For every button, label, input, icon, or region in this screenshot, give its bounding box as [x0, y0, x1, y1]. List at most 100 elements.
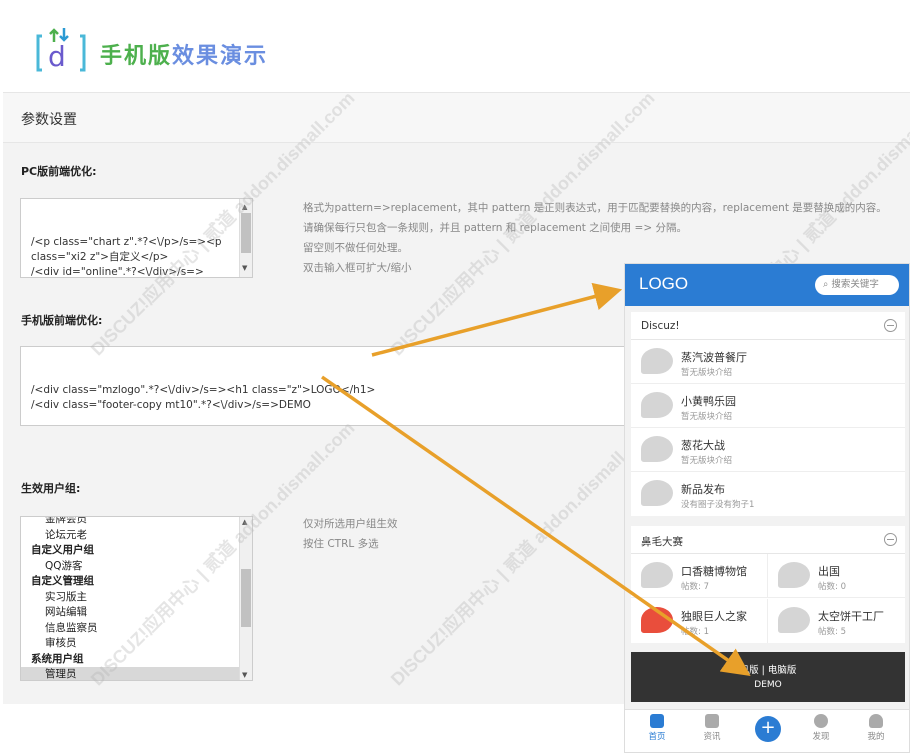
forum-name: 新品发布	[681, 483, 725, 496]
mobile-rules-content: /<div class="mzlogo".*?<\/div>/s=><h1 cl…	[31, 383, 619, 413]
mobile-search-input[interactable]: ⌕ 搜索关键字	[815, 275, 899, 295]
hint-line: 留空则不做任何处理。	[303, 242, 408, 254]
forum-desc: 暂无版块介绍	[681, 368, 733, 378]
forum-cell[interactable]: 口香糖博物馆 帖数: 7	[631, 554, 768, 598]
scroll-down-icon[interactable]: ▼	[242, 261, 247, 276]
forum-icon	[641, 436, 673, 462]
home-icon	[650, 714, 664, 728]
hint-line: 请确保每行只包含一条规则，并且 pattern 和 replacement 之间…	[303, 222, 687, 234]
usergroup-hints: 仅对所选用户组生效 按住 CTRL 多选	[303, 514, 398, 554]
scroll-thumb[interactable]	[241, 213, 251, 253]
nav-news[interactable]: 资讯	[692, 714, 732, 742]
rule-line: /<div class="footer-copy mt10".*?<\/div>…	[31, 399, 311, 411]
chat-icon	[705, 714, 719, 728]
mobile-bottom-nav: 首页 资讯 + 发现 我的	[625, 709, 909, 752]
forum-cell[interactable]: 出国帖数: 0	[768, 554, 905, 598]
rule-line: /<p class="chart z".*?<\/p>/s=><p	[31, 236, 222, 248]
nav-label: 资讯	[703, 732, 721, 742]
forum-icon	[641, 480, 673, 506]
option-group-label: 系统用户组	[31, 652, 84, 665]
search-placeholder: 搜索关键字	[831, 279, 879, 290]
forum-name: 葱花大战	[681, 439, 725, 452]
usergroup-option[interactable]: 管理员	[21, 667, 252, 680]
collapse-icon[interactable]	[884, 533, 897, 546]
page-header: d 手机版效果演示	[0, 0, 910, 92]
addon-logo-icon: d	[36, 28, 86, 73]
forum-desc: 暂无版块介绍	[681, 412, 733, 422]
post-button[interactable]: +	[755, 716, 781, 742]
mobile-preview: LOGO ⌕ 搜索关键字 Discuz! 蒸汽波普餐厅 暂无版块介绍 小黄鸭乐园暂…	[624, 263, 910, 753]
nav-me[interactable]: 我的	[856, 714, 896, 742]
usergroup-option[interactable]: 金牌会员	[21, 517, 252, 528]
page-title: 手机版效果演示	[100, 44, 269, 69]
card-title: Discuz!	[641, 320, 680, 332]
forum-icon	[641, 348, 673, 374]
scroll-down-icon[interactable]: ▼	[242, 671, 247, 679]
usergroup-option[interactable]: 论坛元老	[21, 528, 252, 544]
forum-row[interactable]: 小黄鸭乐园暂无版块介绍	[631, 384, 905, 428]
forum-post-count: 帖数: 0	[818, 582, 846, 592]
compass-icon	[814, 714, 828, 728]
usergroup-option[interactable]: QQ游客	[21, 559, 252, 575]
hint-line: 仅对所选用户组生效	[303, 518, 398, 530]
usergroup-option[interactable]: 实习版主	[21, 590, 252, 606]
forum-desc: 暂无版块介绍	[681, 456, 733, 466]
usergroup-options: 金牌会员 论坛元老 自定义用户组 QQ游客 自定义管理组实习版主 网站编辑 信息监察员 审核员…	[21, 517, 252, 680]
forum-cell[interactable]: 太空饼干工厂 帖数: 5	[768, 599, 905, 643]
footer-links[interactable]: 机版 | 电脑版	[631, 662, 905, 676]
mobile-footer: 机版 | 电脑版 DEMO	[631, 652, 905, 702]
forum-row[interactable]: 葱花大战暂无版块介绍	[631, 428, 905, 472]
nav-label: 我的	[867, 732, 885, 742]
panel-title: 参数设置	[21, 112, 77, 128]
mobile-section-label: 手机版前端优化:	[21, 314, 103, 327]
nav-home[interactable]: 首页	[637, 714, 677, 742]
pc-rules-textarea[interactable]: /<p class="chart z".*?<\/p>/s=><p class="…	[20, 198, 253, 278]
forum-card-bimao: 鼻毛大赛 口香糖博物馆 帖数: 7 出国帖数: 0 独眼巨人之家 帖数: 1 太空饼…	[631, 526, 905, 643]
pc-section-label: PC版前端优化:	[21, 165, 97, 178]
footer-demo: DEMO	[754, 680, 782, 690]
usergroup-scrollbar[interactable]: ▲ ▼	[239, 517, 252, 680]
user-icon	[869, 714, 883, 728]
rule-line: /<div id="online".*?<\/div>/s=>	[31, 266, 204, 278]
pc-textarea-scrollbar[interactable]: ▲ ▼	[239, 199, 252, 277]
scroll-thumb[interactable]	[241, 569, 251, 627]
card-header: 鼻毛大赛	[631, 526, 905, 554]
forum-cell[interactable]: 独眼巨人之家 帖数: 1	[631, 599, 768, 643]
usergroup-select[interactable]: 金牌会员 论坛元老 自定义用户组 QQ游客 自定义管理组实习版主 网站编辑 信息监察员 审核员…	[20, 516, 253, 681]
usergroup-option[interactable]: 审核员	[21, 636, 252, 652]
nav-label: 发现	[812, 732, 830, 742]
svg-text:d: d	[48, 40, 66, 73]
forum-name: 出国	[818, 565, 840, 578]
usergroup-option[interactable]: 网站编辑	[21, 605, 252, 621]
forum-icon	[778, 562, 810, 588]
forum-name: 蒸汽波普餐厅	[681, 351, 747, 364]
forum-grid: 口香糖博物馆 帖数: 7 出国 帖数: 0 独眼巨人之家 帖数: 1 太空饼干工厂 帖数…	[631, 554, 905, 643]
forum-name: 口香糖博物馆	[681, 565, 747, 578]
forum-icon	[778, 607, 810, 633]
collapse-icon[interactable]	[884, 319, 897, 332]
rule-line: /<div class="mzlogo".*?<\/div>/s=><h1 cl…	[31, 384, 376, 396]
forum-icon	[641, 607, 673, 633]
forum-row[interactable]: 新品发布没有圈子没有狗子1	[631, 472, 905, 516]
mobile-logo[interactable]: LOGO	[639, 274, 688, 294]
card-header: Discuz!	[631, 312, 905, 340]
forum-post-count: 帖数: 1	[681, 627, 709, 637]
forum-row[interactable]: 蒸汽波普餐厅 暂无版块介绍	[631, 340, 905, 384]
forum-name: 独眼巨人之家	[681, 610, 747, 623]
option-group-label: 自定义用户组	[31, 544, 94, 556]
forum-name: 小黄鸭乐园	[681, 395, 736, 408]
hint-line: 格式为pattern=>replacement，其中 pattern 是正则表达…	[303, 202, 887, 214]
forum-post-count: 帖数: 7	[681, 582, 709, 592]
scroll-up-icon[interactable]: ▲	[242, 518, 247, 526]
usergroup-section-label: 生效用户组:	[21, 482, 81, 495]
search-icon: ⌕	[823, 279, 829, 290]
nav-discover[interactable]: 发现	[801, 714, 841, 742]
forum-post-count: 帖数: 5	[818, 627, 846, 637]
mobile-rules-textarea[interactable]: /<div class="mzlogo".*?<\/div>/s=><h1 cl…	[20, 346, 630, 426]
option-group-label: 自定义管理组	[31, 575, 94, 587]
forum-name: 太空饼干工厂	[818, 610, 884, 623]
mobile-header: LOGO ⌕ 搜索关键字	[625, 264, 909, 306]
usergroup-option[interactable]: 信息监察员	[21, 621, 252, 637]
hint-line: 按住 CTRL 多选	[303, 538, 379, 550]
forum-desc: 没有圈子没有狗子1	[681, 500, 755, 510]
